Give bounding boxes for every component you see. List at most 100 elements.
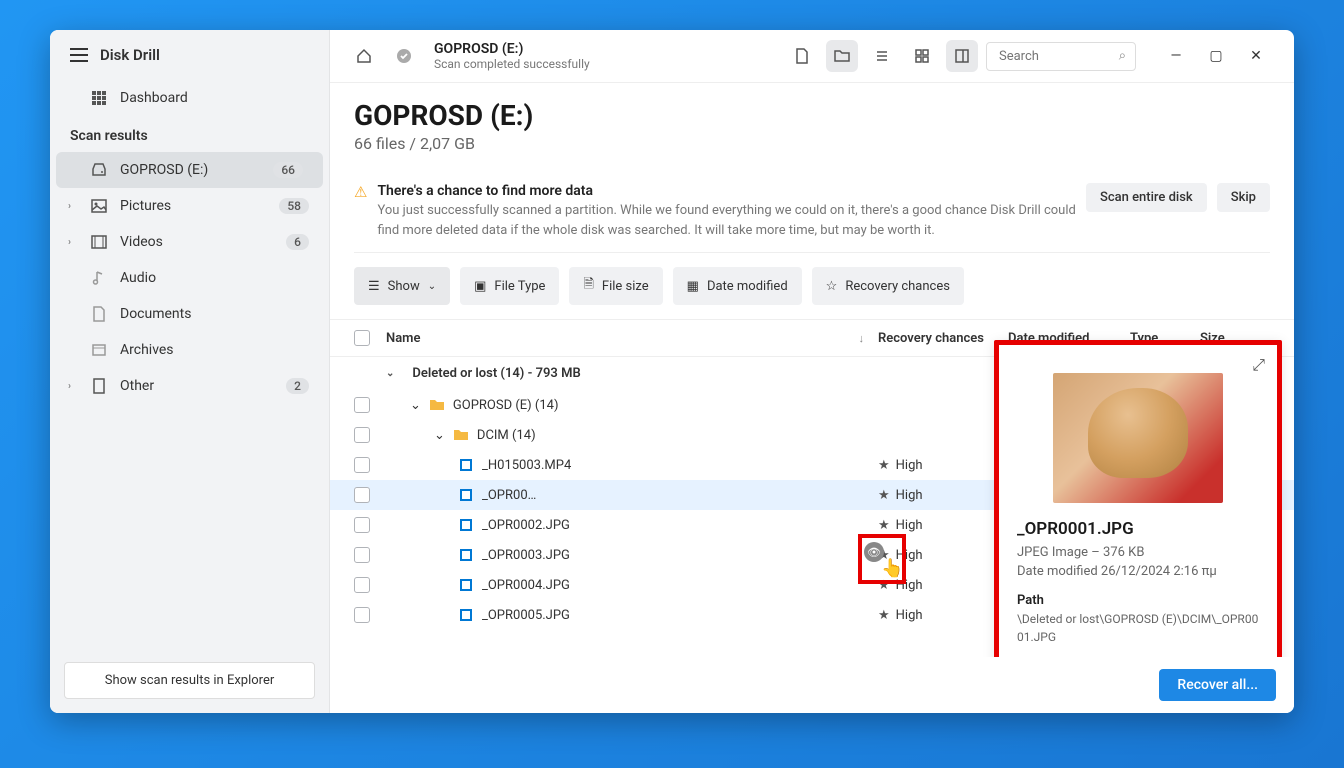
- sidebar-item-pictures[interactable]: › Pictures 58: [50, 188, 329, 224]
- filter-file-type-button[interactable]: ▣ File Type: [460, 267, 559, 305]
- app-window: Disk Drill Dashboard Scan results GOPROS…: [50, 30, 1294, 713]
- preview-path-label: Path: [1017, 593, 1259, 608]
- img-icon: [458, 487, 474, 503]
- row-checkbox[interactable]: [354, 517, 370, 533]
- list-view-button[interactable]: [866, 40, 898, 72]
- archive-icon: [90, 341, 108, 359]
- sidebar-item-archives[interactable]: Archives: [50, 332, 329, 368]
- sidebar-item-other[interactable]: › Other 2: [50, 368, 329, 404]
- scan-entire-disk-button[interactable]: Scan entire disk: [1086, 183, 1207, 212]
- star-icon: ★: [878, 518, 890, 533]
- location-info: GOPROSD (E:) Scan completed successfully: [434, 41, 590, 71]
- search-wrap: ⌕: [986, 42, 1136, 71]
- recover-all-button[interactable]: Recover all...: [1159, 669, 1276, 701]
- select-all-checkbox[interactable]: [354, 330, 370, 346]
- sort-arrow-icon[interactable]: ↓: [859, 332, 865, 345]
- chevron-down-icon: ⌄: [434, 428, 445, 443]
- page-subtitle: 66 files / 2,07 GB: [354, 134, 1270, 153]
- star-icon: ★: [878, 578, 890, 593]
- row-checkbox[interactable]: [354, 577, 370, 593]
- filter-label: Show: [388, 279, 420, 294]
- skip-button[interactable]: Skip: [1217, 183, 1270, 212]
- file-name: GOPROSD (E) (14): [453, 398, 559, 413]
- banner-body: You just successfully scanned a partitio…: [377, 201, 1076, 240]
- preview-thumbnail: [1053, 373, 1223, 503]
- file-name: _OPR0002.JPG: [482, 518, 570, 533]
- preview-eye-button[interactable]: 👁: [864, 542, 884, 562]
- filter-recovery-button[interactable]: ☆ Recovery chances: [812, 267, 964, 305]
- preview-meta-date: Date modified 26/12/2024 2:16 πμ: [1017, 564, 1259, 579]
- sidebar-item-count: 2: [286, 378, 309, 394]
- star-icon: ★: [878, 488, 890, 503]
- group-label: Deleted or lost (14) - 793 MB: [412, 366, 580, 381]
- location-title: GOPROSD (E:): [434, 41, 590, 57]
- col-recovery[interactable]: Recovery chances: [878, 331, 1008, 346]
- chevron-down-icon: ⌄: [386, 368, 394, 379]
- recovery-value: High: [896, 458, 923, 473]
- file-icon-button[interactable]: [786, 40, 818, 72]
- sidebar-item-videos[interactable]: › Videos 6: [50, 224, 329, 260]
- chevron-down-icon: ⌄: [428, 281, 436, 292]
- nav-dashboard[interactable]: Dashboard: [50, 80, 329, 116]
- sidebar-item-label: Archives: [120, 342, 174, 358]
- menu-icon[interactable]: [70, 48, 88, 62]
- other-icon: [90, 377, 108, 395]
- search-icon: ⌕: [1119, 49, 1126, 64]
- maximize-button[interactable]: ▢: [1196, 40, 1236, 72]
- sidebar-item-label: Pictures: [120, 198, 171, 214]
- row-checkbox[interactable]: [354, 607, 370, 623]
- section-scan-results: Scan results: [50, 116, 329, 152]
- show-in-explorer-button[interactable]: Show scan results in Explorer: [64, 662, 315, 699]
- filter-label: File Type: [494, 279, 545, 294]
- topbar: GOPROSD (E:) Scan completed successfully…: [330, 30, 1294, 83]
- img-icon: [458, 517, 474, 533]
- sidebar-footer: Show scan results in Explorer: [50, 648, 329, 713]
- filter-date-button[interactable]: ▦Date modified: [673, 267, 802, 305]
- grid-view-button[interactable]: [906, 40, 938, 72]
- info-banner: ⚠ There's a chance to find more data You…: [354, 171, 1270, 253]
- row-checkbox[interactable]: [354, 547, 370, 563]
- image-icon: ▣: [474, 279, 486, 294]
- sidebar-item-goprosd[interactable]: GOPROSD (E:) 66: [56, 152, 323, 188]
- sidebar-item-documents[interactable]: Documents: [50, 296, 329, 332]
- sidebar-item-audio[interactable]: Audio: [50, 260, 329, 296]
- sidebar-item-label: Other: [120, 378, 154, 394]
- file-name: DCIM (14): [477, 428, 536, 443]
- file-name: _OPR00…: [482, 488, 536, 503]
- row-checkbox[interactable]: [354, 457, 370, 473]
- filter-show-button[interactable]: ☰ Show ⌄: [354, 267, 450, 305]
- star-icon: ★: [878, 608, 890, 623]
- star-icon: ☆: [826, 279, 838, 294]
- row-checkbox[interactable]: [354, 427, 370, 443]
- row-checkbox[interactable]: [354, 487, 370, 503]
- filter-file-size-button[interactable]: 🗎File size: [569, 267, 662, 305]
- file-name: _H015003.MP4: [482, 458, 571, 473]
- warning-icon: ⚠: [354, 183, 367, 201]
- main-content: GOPROSD (E:) Scan completed successfully…: [330, 30, 1294, 713]
- sliders-icon: ☰: [368, 279, 380, 294]
- preview-filename: _OPR0001.JPG: [1017, 519, 1259, 539]
- image-icon: [90, 197, 108, 215]
- sidebar-item-count: 66: [273, 162, 303, 178]
- home-button[interactable]: [348, 40, 380, 72]
- recovery-value: High: [896, 608, 923, 623]
- filter-label: Date modified: [707, 279, 788, 294]
- expand-button[interactable]: ⤢: [1252, 355, 1265, 375]
- minimize-button[interactable]: —: [1156, 40, 1196, 72]
- file-name: _OPR0003.JPG: [482, 548, 570, 563]
- app-title: Disk Drill: [100, 46, 160, 64]
- close-button[interactable]: ✕: [1236, 40, 1276, 72]
- sidebar-header: Disk Drill: [50, 30, 329, 80]
- row-checkbox[interactable]: [354, 397, 370, 413]
- sidebar-item-count: 6: [286, 234, 309, 250]
- panel-view-button[interactable]: [946, 40, 978, 72]
- filter-label: Recovery chances: [845, 279, 950, 294]
- preview-pane: ⤢ _OPR0001.JPG JPEG Image – 376 KB Date …: [994, 340, 1282, 700]
- col-name[interactable]: Name: [386, 331, 420, 346]
- filter-bar: ☰ Show ⌄ ▣ File Type 🗎File size ▦Date modif…: [330, 267, 1294, 319]
- vid-icon: [458, 457, 474, 473]
- search-input[interactable]: [986, 42, 1136, 71]
- recovery-value: High: [896, 548, 923, 563]
- folder-view-button[interactable]: [826, 40, 858, 72]
- chevron-right-icon: ›: [68, 201, 71, 212]
